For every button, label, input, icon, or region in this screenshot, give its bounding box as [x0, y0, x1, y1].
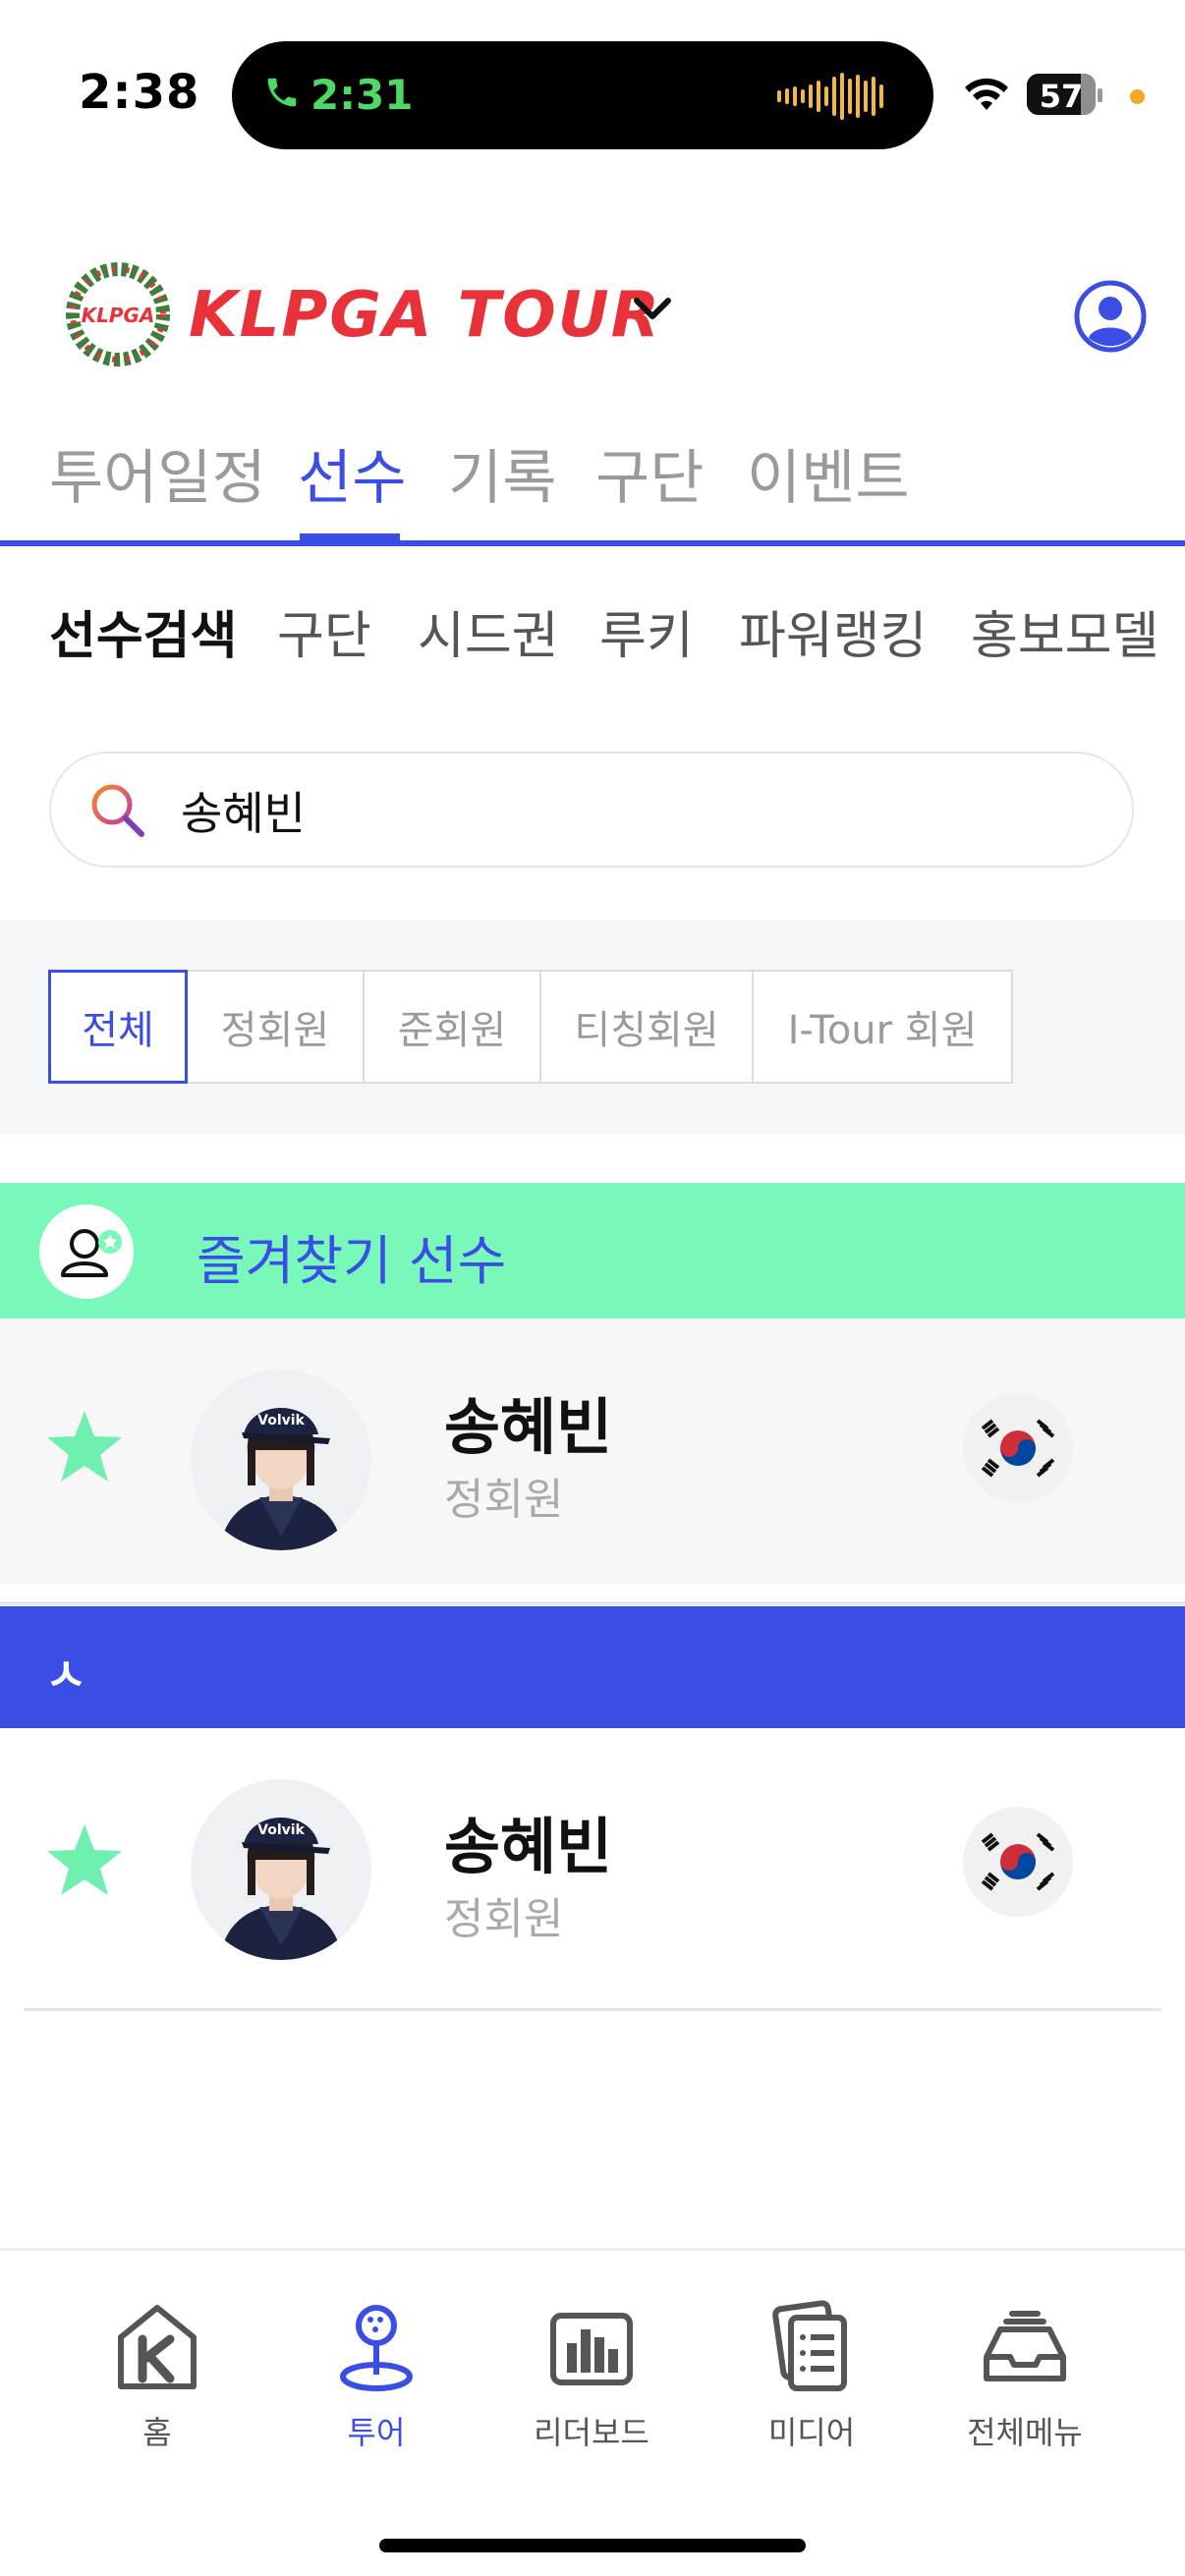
bottom-tab-leaderboard[interactable]: 리더보드: [493, 2300, 690, 2453]
tab-records[interactable]: 기록: [448, 430, 556, 516]
bottom-tab-label: 전체메뉴: [967, 2414, 1083, 2451]
sub-tab-rookie[interactable]: 루키: [599, 594, 694, 668]
home-indicator[interactable]: [379, 2539, 806, 2552]
search-input[interactable]: [179, 783, 1067, 838]
search-bar[interactable]: [49, 752, 1134, 868]
audio-wave-icon: [777, 71, 895, 126]
star-icon[interactable]: [45, 1409, 124, 1487]
sub-tab-ambassador[interactable]: 홍보모델: [971, 594, 1158, 668]
player-row[interactable]: Volvik 송혜빈 정회원: [0, 1728, 1185, 1993]
row-divider: [0, 1601, 1185, 1605]
player-name: 송혜빈: [444, 1391, 613, 1463]
section-letter: ㅅ: [45, 1649, 87, 1702]
sub-tab-teams[interactable]: 구단: [277, 594, 371, 668]
golf-tour-icon: [278, 2300, 475, 2398]
player-name: 송혜빈: [444, 1811, 613, 1882]
tab-events[interactable]: 이벤트: [747, 430, 910, 516]
filter-itour-member[interactable]: I-Tour 회원: [752, 970, 1013, 1084]
phone-icon: [263, 71, 301, 118]
bottom-tab-label: 투어: [347, 2414, 406, 2451]
south-korea-flag-icon: [963, 1807, 1073, 1917]
membership-filter: 전체 정회원 준회원 티칭회원 I-Tour 회원: [0, 921, 1185, 1135]
player-photo: Volvik: [191, 1779, 371, 1960]
favorites-header: 즐겨찾기 선수: [0, 1183, 1185, 1318]
bottom-tab-home[interactable]: 홈: [59, 2300, 255, 2453]
klpga-logo[interactable]: KLPGA: [59, 257, 177, 375]
tab-tour-schedule[interactable]: 투어일정: [49, 430, 266, 516]
home-icon: [59, 2300, 255, 2398]
filter-all[interactable]: 전체: [48, 970, 188, 1084]
search-icon: [86, 779, 149, 846]
call-duration: 2:31: [310, 71, 414, 119]
nav-divider: [0, 540, 1185, 546]
tab-players[interactable]: 선수: [298, 430, 406, 516]
battery-indicator: 57: [1027, 74, 1096, 115]
logo-mark-text: KLPGA: [82, 304, 155, 327]
favorite-player-row[interactable]: Volvik 송혜빈 정회원: [0, 1318, 1185, 1584]
wifi-icon: [963, 77, 1010, 116]
sub-tab-seed[interactable]: 시드권: [418, 594, 559, 668]
bottom-tab-all-menu[interactable]: 전체메뉴: [927, 2300, 1123, 2453]
battery-level: 57: [1039, 78, 1084, 115]
filter-associate-member[interactable]: 준회원: [363, 970, 541, 1084]
player-photo: Volvik: [191, 1370, 371, 1550]
svg-text:Volvik: Volvik: [257, 1413, 305, 1428]
bottom-tab-media[interactable]: 미디어: [713, 2300, 910, 2453]
battery-tip: [1098, 88, 1102, 102]
inbox-menu-icon: [927, 2300, 1123, 2398]
row-divider: [24, 2008, 1161, 2011]
star-icon[interactable]: [45, 1822, 124, 1901]
filter-regular-member[interactable]: 정회원: [186, 970, 365, 1084]
filter-teaching-member[interactable]: 티칭회원: [539, 970, 754, 1084]
user-star-icon: [39, 1204, 134, 1299]
section-header: ㅅ: [0, 1606, 1185, 1728]
bottom-tab-label: 홈: [142, 2414, 172, 2451]
media-icon: [713, 2300, 910, 2398]
bottom-tab-tour[interactable]: 투어: [278, 2300, 475, 2453]
privacy-dot: [1130, 89, 1145, 104]
logo-wordmark: KLPGA TOUR: [189, 279, 661, 352]
sub-tab-player-search[interactable]: 선수검색: [49, 594, 237, 668]
player-membership: 정회원: [444, 1894, 564, 1944]
chevron-down-icon[interactable]: [631, 295, 674, 328]
tab-teams[interactable]: 구단: [595, 430, 704, 516]
status-time: 2:38: [79, 65, 200, 120]
bottom-tab-label: 리더보드: [534, 2414, 649, 2451]
sub-tab-power-ranking[interactable]: 파워랭킹: [739, 594, 927, 668]
favorites-title: 즐겨찾기 선수: [197, 1230, 507, 1292]
dynamic-island[interactable]: 2:31: [232, 41, 933, 149]
user-circle-icon[interactable]: [1073, 279, 1148, 358]
bottom-tab-label: 미디어: [767, 2414, 856, 2451]
bottom-tab-bar: 홈 투어 리더보드 미디어 전체메뉴: [0, 2251, 1185, 2576]
south-korea-flag-icon: [963, 1393, 1073, 1503]
svg-text:Volvik: Volvik: [257, 1822, 305, 1838]
leaderboard-icon: [493, 2300, 690, 2398]
player-membership: 정회원: [444, 1475, 564, 1525]
